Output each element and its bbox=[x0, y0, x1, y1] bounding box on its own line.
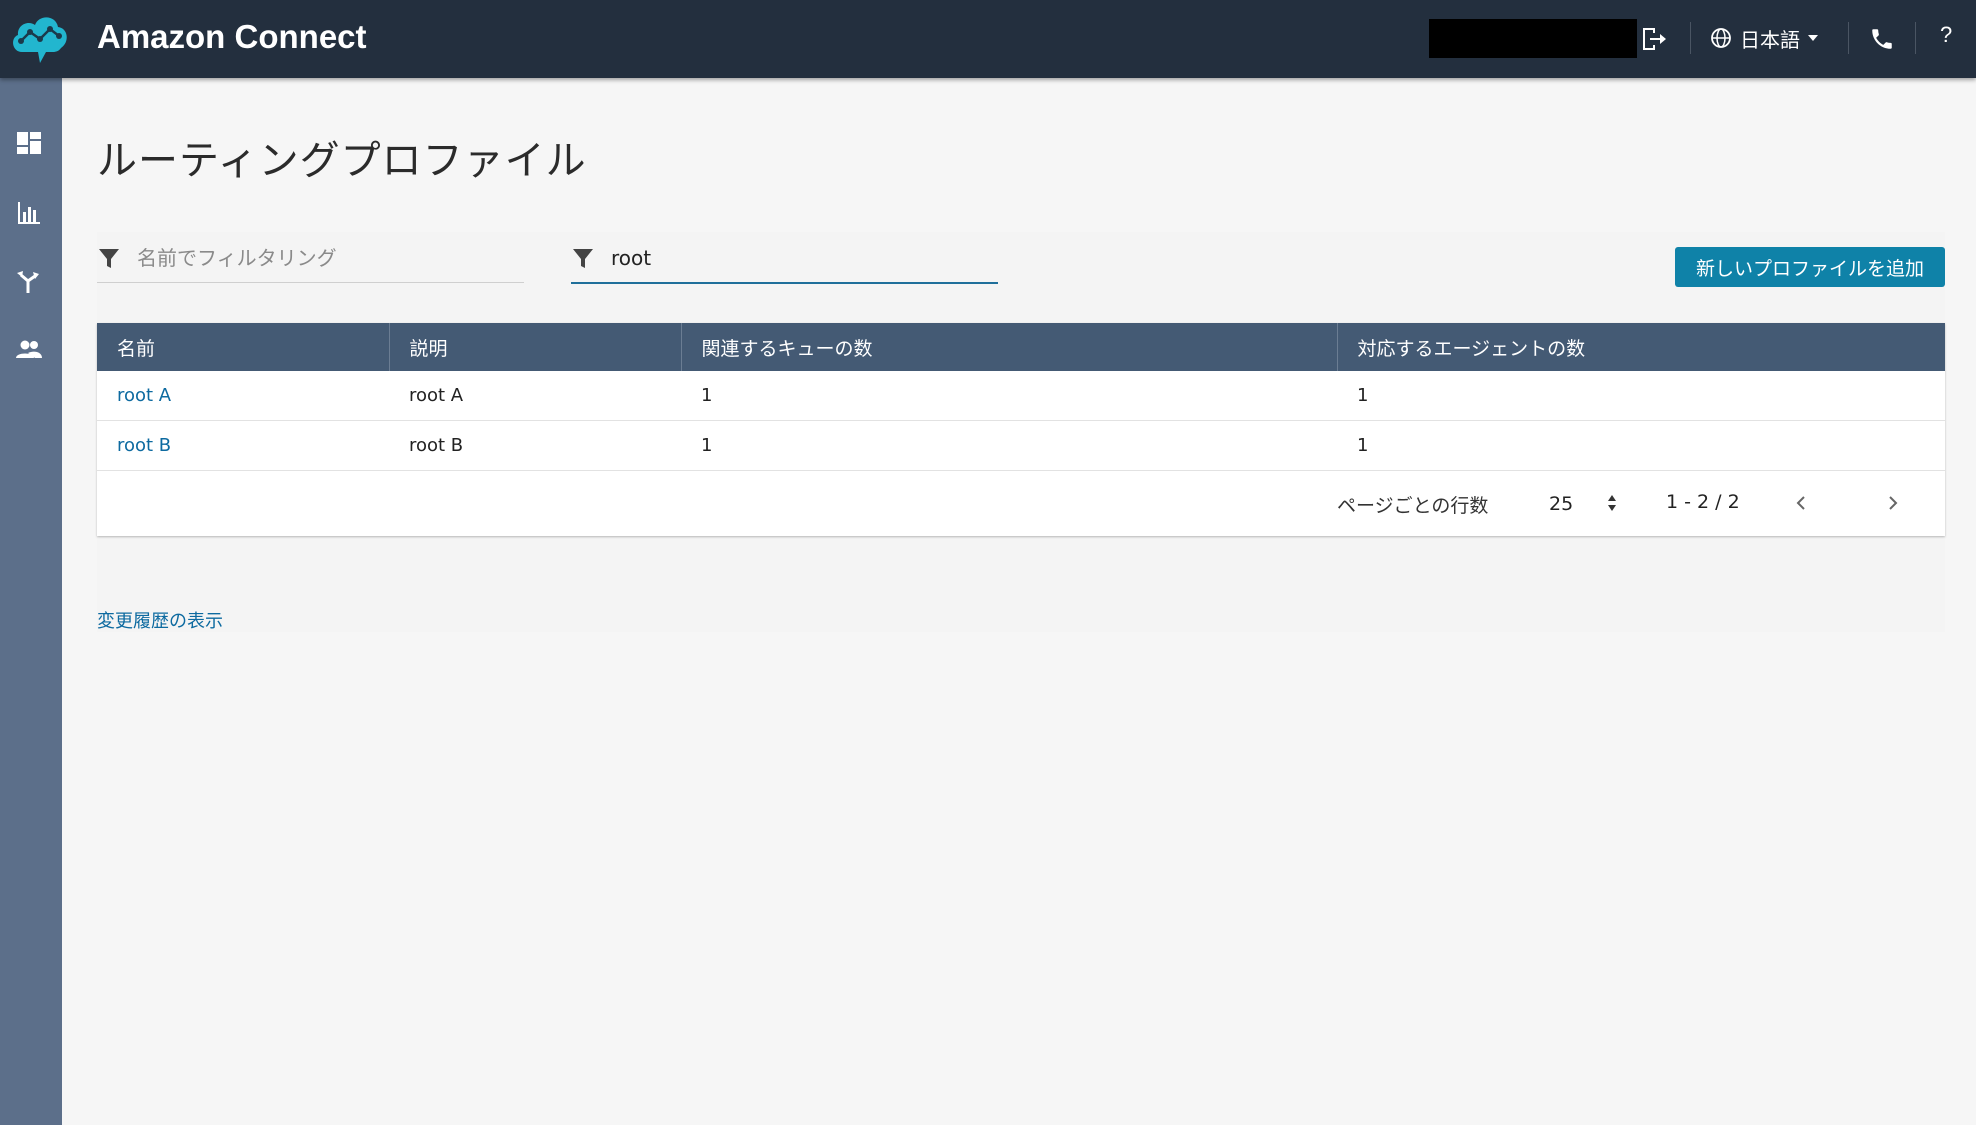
table-cell-agents: 1 bbox=[1337, 371, 1945, 421]
page-range: 1 - 2 / 2 bbox=[1666, 491, 1740, 513]
filter-icon bbox=[99, 249, 119, 268]
table-cell-agents: 1 bbox=[1337, 420, 1945, 471]
app-title: Amazon Connect bbox=[97, 18, 367, 55]
header-divider bbox=[1915, 22, 1916, 54]
dashboard-icon[interactable] bbox=[14, 128, 44, 158]
column-header-queues[interactable]: 関連するキューの数 bbox=[681, 323, 1338, 371]
column-header-name[interactable]: 名前 bbox=[97, 323, 390, 371]
table-cell-description: root B bbox=[389, 420, 681, 471]
page-title: ルーティングプロファイル bbox=[97, 138, 587, 184]
second-filter-input[interactable] bbox=[609, 245, 933, 271]
header-divider bbox=[1848, 22, 1849, 54]
sort-stepper-icon[interactable] bbox=[1605, 491, 1619, 515]
profile-link[interactable]: root A bbox=[117, 385, 171, 406]
phone-icon[interactable] bbox=[1869, 26, 1895, 52]
second-filter bbox=[571, 234, 998, 284]
table-cell-queues: 1 bbox=[681, 420, 1337, 471]
rows-per-page-select[interactable]: 25 bbox=[1549, 493, 1573, 515]
column-header-agents[interactable]: 対応するエージェントの数 bbox=[1337, 323, 1945, 371]
routing-profiles-table: 名前 説明 関連するキューの数 対応するエージェントの数 root A root… bbox=[97, 323, 1945, 536]
table-cell-description: root A bbox=[389, 371, 681, 421]
rows-per-page-label: ページごとの行数 bbox=[1337, 495, 1489, 517]
pagination: ページごとの行数 25 1 - 2 / 2 bbox=[97, 469, 1945, 536]
name-filter bbox=[97, 234, 524, 283]
chevron-down-icon bbox=[1808, 35, 1818, 41]
table-cell-queues: 1 bbox=[681, 371, 1337, 421]
column-header-description[interactable]: 説明 bbox=[389, 323, 682, 371]
table-row: root A root A 1 1 bbox=[97, 371, 1945, 421]
amazon-connect-logo-icon[interactable] bbox=[8, 8, 72, 68]
name-filter-input[interactable] bbox=[135, 245, 459, 271]
language-selector[interactable]: 日本語 bbox=[1710, 22, 1818, 54]
redacted-username bbox=[1429, 19, 1637, 58]
language-label: 日本語 bbox=[1740, 27, 1800, 52]
metrics-chart-icon[interactable] bbox=[14, 198, 44, 228]
profile-link[interactable]: root B bbox=[117, 435, 171, 456]
filter-icon bbox=[573, 249, 593, 268]
add-profile-button[interactable]: 新しいプロファイルを追加 bbox=[1675, 247, 1945, 287]
globe-icon bbox=[1711, 28, 1731, 48]
routing-icon[interactable] bbox=[14, 266, 44, 296]
users-icon[interactable] bbox=[14, 334, 44, 364]
table-header-row: 名前 説明 関連するキューの数 対応するエージェントの数 bbox=[97, 323, 1945, 371]
header-divider bbox=[1690, 22, 1691, 54]
logout-icon[interactable] bbox=[1640, 25, 1668, 53]
help-icon[interactable]: ? bbox=[1940, 22, 1952, 48]
change-history-link[interactable]: 変更履歴の表示 bbox=[97, 607, 223, 633]
sidebar bbox=[0, 78, 62, 1125]
top-navigation-bar: Amazon Connect 日本語 ? bbox=[0, 0, 1976, 78]
chevron-right-icon[interactable] bbox=[1881, 491, 1905, 515]
chevron-left-icon[interactable] bbox=[1789, 491, 1813, 515]
table-row: root B root B 1 1 bbox=[97, 420, 1945, 471]
